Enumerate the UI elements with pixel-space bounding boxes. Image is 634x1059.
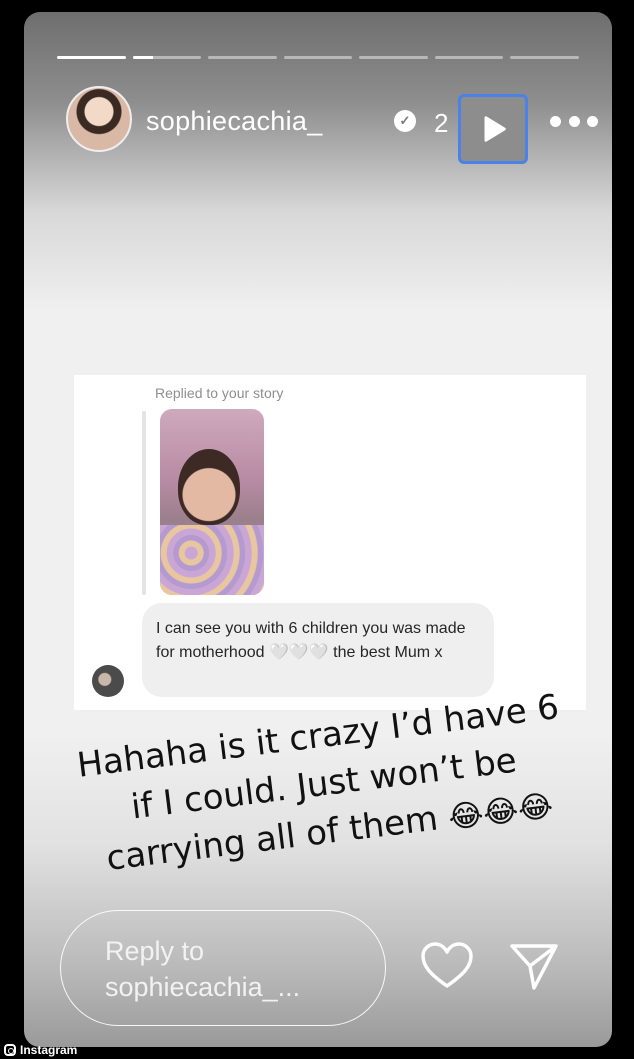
replied-label: Replied to your story	[155, 385, 284, 401]
progress-segment	[57, 56, 126, 59]
heart-icon[interactable]	[420, 942, 474, 990]
source-watermark: Instagram	[4, 1043, 77, 1057]
more-options-icon	[550, 115, 561, 127]
profile-avatar[interactable]	[66, 86, 132, 152]
watermark-label: Instagram	[20, 1043, 78, 1057]
story-header: sophiecachia_ ✓ 2	[62, 86, 598, 164]
progress-segment	[208, 56, 277, 59]
message-text: I can see you with 6 children you was ma…	[156, 620, 466, 661]
quote-bar	[142, 411, 146, 595]
progress-segment	[359, 56, 428, 59]
play-button[interactable]	[458, 94, 528, 164]
reply-placeholder: Reply to sophiecachia_...	[105, 936, 301, 1002]
story-frame[interactable]: sophiecachia_ ✓ 2 Replied to your story …	[24, 12, 612, 1047]
sender-avatar	[92, 665, 124, 697]
play-icon	[484, 116, 506, 142]
verified-badge-icon: ✓	[394, 110, 416, 132]
story-progress-bar	[57, 56, 580, 59]
more-options-button[interactable]	[550, 106, 598, 136]
dm-screenshot-card: Replied to your story I can see you with…	[74, 375, 586, 710]
send-icon[interactable]	[508, 940, 560, 992]
timestamp-fragment: 2	[434, 108, 449, 138]
progress-segment	[434, 56, 504, 59]
progress-segment	[510, 56, 580, 59]
progress-segment	[132, 56, 202, 59]
more-options-icon	[568, 115, 580, 127]
laughing-emoji: 😂😂😂	[446, 788, 556, 836]
story-thumbnail	[160, 409, 264, 595]
reply-input[interactable]: Reply to sophiecachia_...	[60, 910, 386, 1026]
message-bubble: I can see you with 6 children you was ma…	[142, 603, 494, 697]
username[interactable]: sophiecachia_	[146, 106, 323, 137]
instagram-icon	[4, 1044, 16, 1056]
more-options-icon	[587, 115, 598, 127]
progress-segment	[283, 56, 353, 59]
